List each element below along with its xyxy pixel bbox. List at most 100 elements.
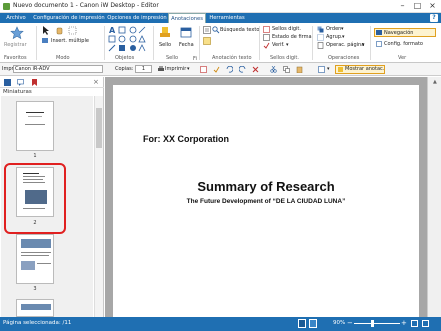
zoom-in-icon[interactable]: + — [401, 319, 407, 327]
scrollbar-thumb[interactable] — [96, 108, 102, 148]
chevron-down-icon[interactable]: ▾ — [187, 66, 190, 72]
group-label-ver: Ver — [398, 55, 407, 61]
help-icon[interactable]: ? — [430, 14, 438, 22]
thumbnail-page-1[interactable] — [16, 101, 54, 151]
verify-icon — [263, 42, 270, 49]
copy-icon[interactable] — [283, 66, 290, 73]
insert-multiple-icon — [42, 38, 50, 44]
zoom-slider[interactable] — [354, 323, 400, 324]
thumb-line — [23, 182, 45, 183]
select-text-icon[interactable] — [68, 26, 77, 35]
date-stamp-icon[interactable] — [180, 26, 192, 40]
thumb-line — [21, 255, 49, 256]
search-icon — [212, 26, 220, 34]
annotation-icon — [338, 67, 343, 72]
scroll-up-icon[interactable]: ▲ — [433, 79, 437, 85]
text-annotation-icon[interactable] — [203, 26, 211, 34]
config-formato-button[interactable]: Config. formato — [384, 41, 423, 47]
undo-icon[interactable] — [226, 65, 234, 73]
operac-pagina-dropdown[interactable]: Operac. página — [326, 42, 364, 48]
thumbnails-icon[interactable] — [4, 79, 11, 86]
stamp-icon[interactable] — [159, 26, 171, 40]
thumb-image — [21, 261, 35, 270]
thumb-line — [25, 124, 45, 125]
registrar-button[interactable]: Registrar — [4, 42, 27, 48]
group-label-anotacion-texto: Anotación texto — [212, 55, 252, 61]
hand-icon[interactable] — [55, 26, 64, 35]
bookmark-icon[interactable] — [31, 79, 38, 86]
agrup-dropdown[interactable]: Agrup. — [326, 34, 343, 40]
tab-herramientas[interactable]: Herramientas — [207, 13, 247, 23]
single-page-view-icon[interactable] — [298, 319, 306, 328]
for-line: For: XX Corporation — [143, 134, 229, 144]
thumbnail-scrollbar[interactable] — [94, 96, 103, 317]
fecha-button[interactable]: Fecha — [179, 42, 194, 48]
fit-page-icon[interactable] — [411, 320, 418, 327]
paste-icon[interactable] — [296, 66, 303, 74]
sellos-digit-button[interactable]: Sellos digit. — [272, 26, 301, 32]
document-subheading: The Future Development of “DE LA CIUDAD … — [186, 198, 346, 205]
chevron-down-icon[interactable]: ▾ — [327, 66, 330, 72]
thumb-image — [25, 190, 47, 204]
redo-icon[interactable] — [238, 65, 246, 73]
ribbon: Registrar Favoritos Insert. múltiple Mod… — [0, 23, 441, 63]
group-label-operaciones: Operaciones — [328, 55, 360, 61]
zoom-out-icon[interactable]: − — [347, 319, 353, 327]
pages-selected-status: Página seleccionada: /11 — [3, 320, 72, 326]
imprimir-button[interactable]: Imprimir — [165, 66, 186, 72]
fit-width-icon[interactable] — [422, 320, 429, 327]
thumbnail-page-2[interactable] — [16, 167, 54, 217]
document-page[interactable]: For: XX Corporation Summary of Research … — [113, 85, 419, 325]
cut-icon[interactable] — [270, 65, 277, 73]
title-bar: Nuevo documento 1 - Canon iW Desktop - E… — [0, 0, 441, 13]
star-icon — [10, 26, 24, 40]
app-icon — [3, 3, 10, 10]
tab-configuracion-impresion[interactable]: Configuración de impresión — [32, 13, 106, 23]
estado-firma-button[interactable]: Estado de firma — [272, 34, 312, 40]
panel-title: Miniaturas — [3, 89, 32, 95]
comment-icon[interactable] — [17, 79, 24, 86]
maximize-button[interactable]: □ — [410, 0, 425, 12]
format-settings-icon — [376, 41, 382, 47]
printer-select[interactable]: Canon iR-ADV — [13, 65, 103, 73]
sello-button[interactable]: Sello — [159, 42, 171, 48]
thumbnail-page-3[interactable] — [16, 234, 54, 284]
zoom-slider-handle[interactable] — [371, 320, 374, 327]
thumbnail-page-4[interactable] — [16, 299, 54, 317]
document-scrollbar[interactable]: ▲ — [427, 77, 441, 317]
order-icon — [317, 26, 324, 33]
tab-archivo[interactable]: Archivo — [2, 13, 30, 23]
chevron-down-icon: ▾ — [342, 34, 345, 40]
group-separator — [312, 26, 313, 60]
document-heading: Summary of Research — [197, 179, 335, 194]
thumb-line — [21, 252, 51, 253]
close-icon[interactable]: × — [93, 78, 99, 86]
insert-multiple-button[interactable]: Insert. múltiple — [51, 38, 89, 44]
thumb-image — [21, 304, 51, 310]
checklist-icon[interactable] — [213, 66, 220, 73]
page-number: 3 — [33, 286, 37, 292]
minimize-button[interactable]: – — [395, 0, 410, 12]
svg-text:A: A — [109, 26, 116, 35]
print-toolbar: Impr: Canon iR-ADV Copias: 1 Imprimir ▾ … — [0, 63, 441, 76]
text-box-icon[interactable] — [203, 37, 211, 45]
close-button[interactable]: × — [425, 0, 440, 12]
verif-dropdown[interactable]: Verif. — [272, 42, 285, 48]
objects-gallery[interactable]: A — [108, 26, 152, 53]
navegacion-label: Navegación — [384, 30, 414, 36]
two-page-view-icon[interactable] — [309, 319, 317, 328]
print-options-icon[interactable] — [200, 66, 207, 73]
orden-dropdown[interactable]: Orden — [326, 26, 341, 32]
chevron-down-icon: ▾ — [286, 42, 289, 48]
group-separator — [153, 26, 154, 60]
group-label-modo: Modo — [56, 55, 70, 61]
view-options-icon[interactable] — [318, 66, 325, 73]
thumb-line — [26, 112, 44, 113]
tab-opciones-impresion[interactable]: Opciones de impresión — [106, 13, 168, 23]
delete-icon[interactable] — [252, 66, 259, 73]
busqueda-texto-button[interactable]: Búsqueda texto — [220, 27, 259, 33]
tab-anotaciones[interactable]: Anotaciones — [168, 13, 206, 23]
cursor-icon[interactable] — [42, 26, 51, 35]
copies-stepper[interactable]: 1 — [135, 65, 152, 73]
thumbnail-list: 1 2 3 — [1, 96, 93, 317]
